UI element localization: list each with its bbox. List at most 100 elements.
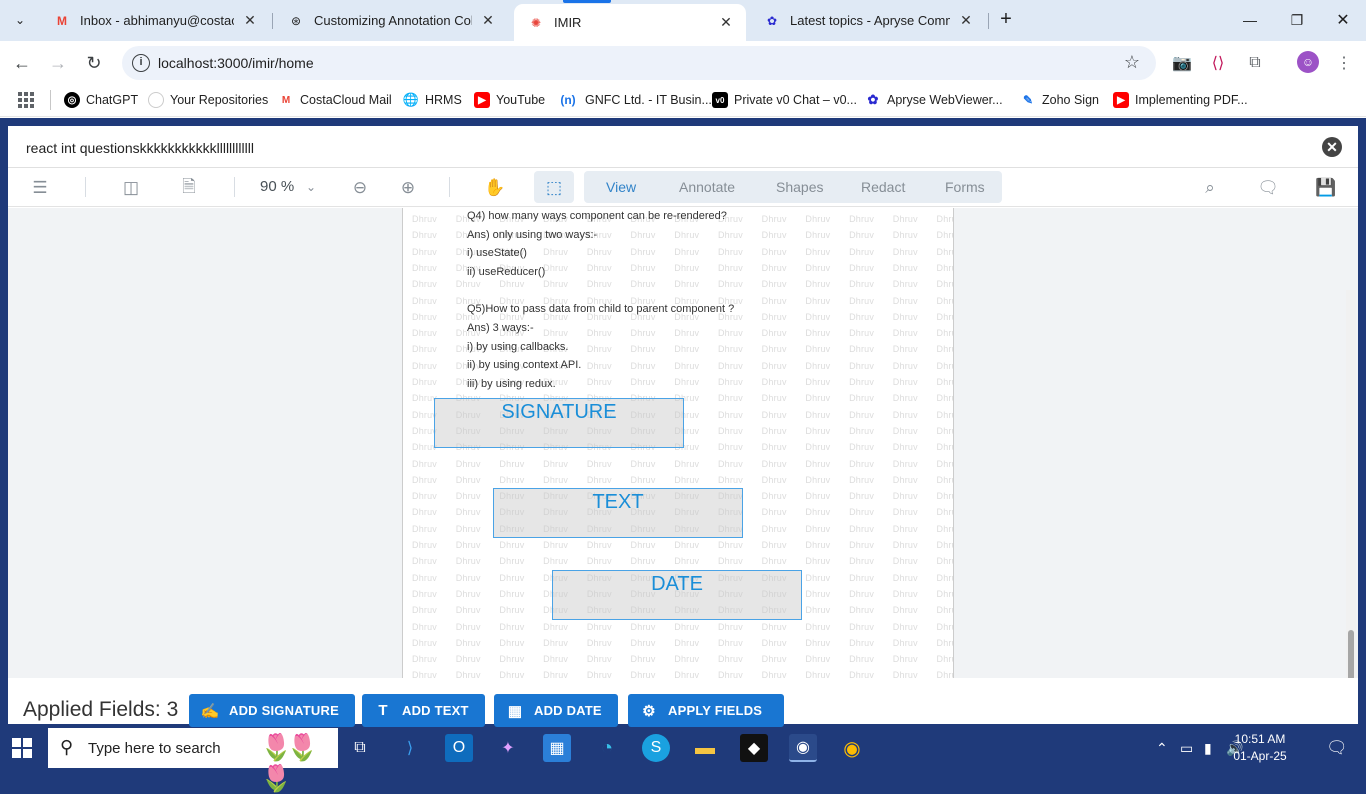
bookmark-label: ChatGPT	[86, 93, 139, 107]
store-icon[interactable]: ▦	[543, 734, 571, 762]
tab-apryse[interactable]: ✿ Latest topics - Apryse Commun ✕	[750, 4, 986, 37]
date-field[interactable]: DATE	[552, 570, 802, 620]
scrollbar-thumb[interactable]	[1348, 630, 1354, 678]
zoom-dropdown-icon[interactable]: ⌄	[306, 180, 316, 194]
devtools-extension-icon[interactable]: ⟨⟩	[1206, 51, 1230, 75]
tab-gmail[interactable]: M Inbox - abhimanyu@costacloud ✕	[40, 4, 270, 37]
tab-imir[interactable]: ✺ IMIR ✕	[514, 4, 746, 41]
extensions-puzzle-icon[interactable]: ⧉	[1243, 51, 1267, 75]
tab-search-chevron-icon[interactable]: ⌄	[8, 8, 32, 32]
document-viewport[interactable]: Dhruv Dhruv Dhruv Dhruv Dhruv Dhruv Dhru…	[8, 208, 1358, 678]
doc-line: ii) useReducer()	[467, 266, 546, 278]
apps-grid-icon[interactable]	[18, 92, 34, 108]
bookmark-hrms[interactable]: 🌐 HRMS	[403, 92, 462, 108]
youtube-icon: ▶	[1113, 92, 1129, 108]
tab-divider	[988, 13, 989, 29]
url-text[interactable]: localhost:3000/imir/home	[158, 55, 314, 71]
windows-taskbar: ⚲ Type here to search 🌷🌷🌷 ⧉ ⟩ O ✦ ▦ ◔ S …	[0, 728, 1366, 793]
close-tab-icon[interactable]: ✕	[958, 12, 974, 29]
signature-field[interactable]: SIGNATURE	[434, 398, 684, 448]
zoom-level[interactable]: 90 %	[260, 178, 294, 195]
bookmark-youtube[interactable]: ▶ YouTube	[474, 92, 545, 108]
gnfc-icon: (n)	[560, 93, 576, 107]
task-view-icon[interactable]: ⧉	[346, 734, 374, 762]
bookmark-apryse[interactable]: ✿ Apryse WebViewer...	[865, 92, 1003, 108]
forward-icon[interactable]: →	[46, 51, 70, 75]
bookmark-label: HRMS	[425, 93, 462, 107]
tab-annotate[interactable]: Annotate	[679, 179, 735, 195]
bookmark-v0[interactable]: v0 Private v0 Chat – v0...	[712, 92, 857, 108]
tab-title: IMIR	[554, 15, 582, 30]
skype-icon[interactable]: S	[642, 734, 670, 762]
page-settings-icon[interactable]: 🗎	[177, 176, 201, 200]
close-modal-icon[interactable]: ✕	[1322, 137, 1342, 157]
close-tab-icon[interactable]: ✕	[480, 12, 496, 29]
apply-fields-button[interactable]: ⚙ APPLY FIELDS	[628, 694, 785, 727]
new-tab-button[interactable]: +	[996, 9, 1016, 30]
chrome-icon[interactable]: ◉	[838, 734, 866, 762]
pdf-page[interactable]: Dhruv Dhruv Dhruv Dhruv Dhruv Dhruv Dhru…	[402, 208, 954, 678]
pan-hand-icon[interactable]: ✋	[483, 176, 507, 200]
bookmark-label: Apryse WebViewer...	[887, 93, 1003, 107]
add-date-button[interactable]: ▦ ADD DATE	[494, 694, 618, 727]
tab-customizing[interactable]: ⊛ Customizing Annotation Colors ✕	[274, 4, 508, 37]
file-explorer-icon[interactable]: ▬	[691, 734, 719, 762]
comments-icon[interactable]: 🗨	[1256, 176, 1280, 200]
tab-redact[interactable]: Redact	[861, 179, 905, 195]
address-bar[interactable]: i localhost:3000/imir/home ☆	[122, 46, 1156, 80]
reload-icon[interactable]: ↻	[82, 51, 106, 75]
vscode-icon[interactable]: ⟩	[396, 734, 424, 762]
add-text-button[interactable]: T ADD TEXT	[362, 694, 485, 727]
close-tab-icon[interactable]: ✕	[718, 14, 734, 31]
zoom-out-icon[interactable]: ⊖	[348, 176, 372, 200]
hamburger-menu-icon[interactable]: ☰	[28, 176, 52, 200]
bookmark-repositories[interactable]: Your Repositories	[148, 92, 268, 108]
tab-view[interactable]: View	[606, 179, 636, 195]
tab-shapes[interactable]: Shapes	[776, 179, 823, 195]
site-info-icon[interactable]: i	[132, 54, 150, 72]
save-icon[interactable]: 💾	[1314, 176, 1338, 200]
calendar-icon: ▦	[507, 702, 523, 720]
restore-icon[interactable]: ❐	[1285, 8, 1309, 32]
bookmark-star-icon[interactable]: ☆	[1124, 52, 1140, 73]
globe-icon: 🌐	[402, 92, 420, 107]
fields-action-bar: Applied Fields: 3 ✍ ADD SIGNATURE T ADD …	[8, 678, 1358, 727]
minimize-icon[interactable]: —	[1238, 8, 1262, 32]
bookmark-zoho-sign[interactable]: ✎ Zoho Sign	[1020, 92, 1099, 108]
tray-overflow-icon[interactable]: ⌃	[1156, 740, 1168, 757]
text-field-label: TEXT	[592, 491, 644, 513]
notifications-icon[interactable]: 🗨	[1326, 738, 1348, 758]
tab-forms[interactable]: Forms	[945, 179, 985, 195]
windows-start-icon[interactable]	[12, 738, 32, 758]
camera-icon[interactable]: 📷	[1170, 51, 1194, 75]
network-icon[interactable]: ▭	[1180, 740, 1193, 757]
close-tab-icon[interactable]: ✕	[242, 12, 258, 29]
add-signature-button[interactable]: ✍ ADD SIGNATURE	[189, 694, 355, 727]
copilot-icon[interactable]: ✦	[494, 734, 522, 762]
battery-icon[interactable]: ▮	[1204, 740, 1212, 757]
search-icon[interactable]: ⌕	[1198, 176, 1222, 200]
outlook-icon[interactable]: O	[445, 734, 473, 762]
left-panel-icon[interactable]: ◫	[119, 176, 143, 200]
chrome-active-icon[interactable]: ◉	[789, 734, 817, 762]
profile-avatar[interactable]: ☺	[1297, 51, 1319, 73]
bookmark-implementing-pdf[interactable]: ▶ Implementing PDF...	[1113, 92, 1248, 108]
taskbar-search[interactable]: ⚲ Type here to search 🌷🌷🌷	[48, 728, 338, 793]
zoom-in-icon[interactable]: ⊕	[396, 176, 420, 200]
select-tool-icon[interactable]: ⬚	[542, 176, 566, 200]
watermark-row: Dhruv Dhruv Dhruv Dhruv Dhruv Dhruv Dhru…	[412, 474, 953, 485]
system-clock[interactable]: 10:51 AM 01-Apr-25	[1222, 731, 1298, 765]
bookmark-gnfc[interactable]: (n) GNFC Ltd. - IT Busin...	[557, 92, 712, 108]
bookmark-chatgpt[interactable]: ◎ ChatGPT	[64, 92, 138, 108]
apryse-icon: ✿	[766, 13, 778, 28]
taskbar-search-placeholder[interactable]: Type here to search	[88, 740, 221, 757]
bookmark-costacloud-mail[interactable]: M CostaCloud Mail	[278, 92, 392, 108]
close-window-icon[interactable]: ✕	[1331, 8, 1355, 32]
menu-kebab-icon[interactable]: ⋮	[1332, 51, 1356, 75]
text-field[interactable]: TEXT	[493, 488, 743, 538]
clock-time: 10:51 AM	[1234, 732, 1286, 746]
edge-icon[interactable]: ◔	[593, 734, 621, 762]
back-icon[interactable]: ←	[10, 51, 34, 75]
vertical-scrollbar[interactable]	[1346, 290, 1356, 678]
terminal-app-icon[interactable]: ◆	[740, 734, 768, 762]
